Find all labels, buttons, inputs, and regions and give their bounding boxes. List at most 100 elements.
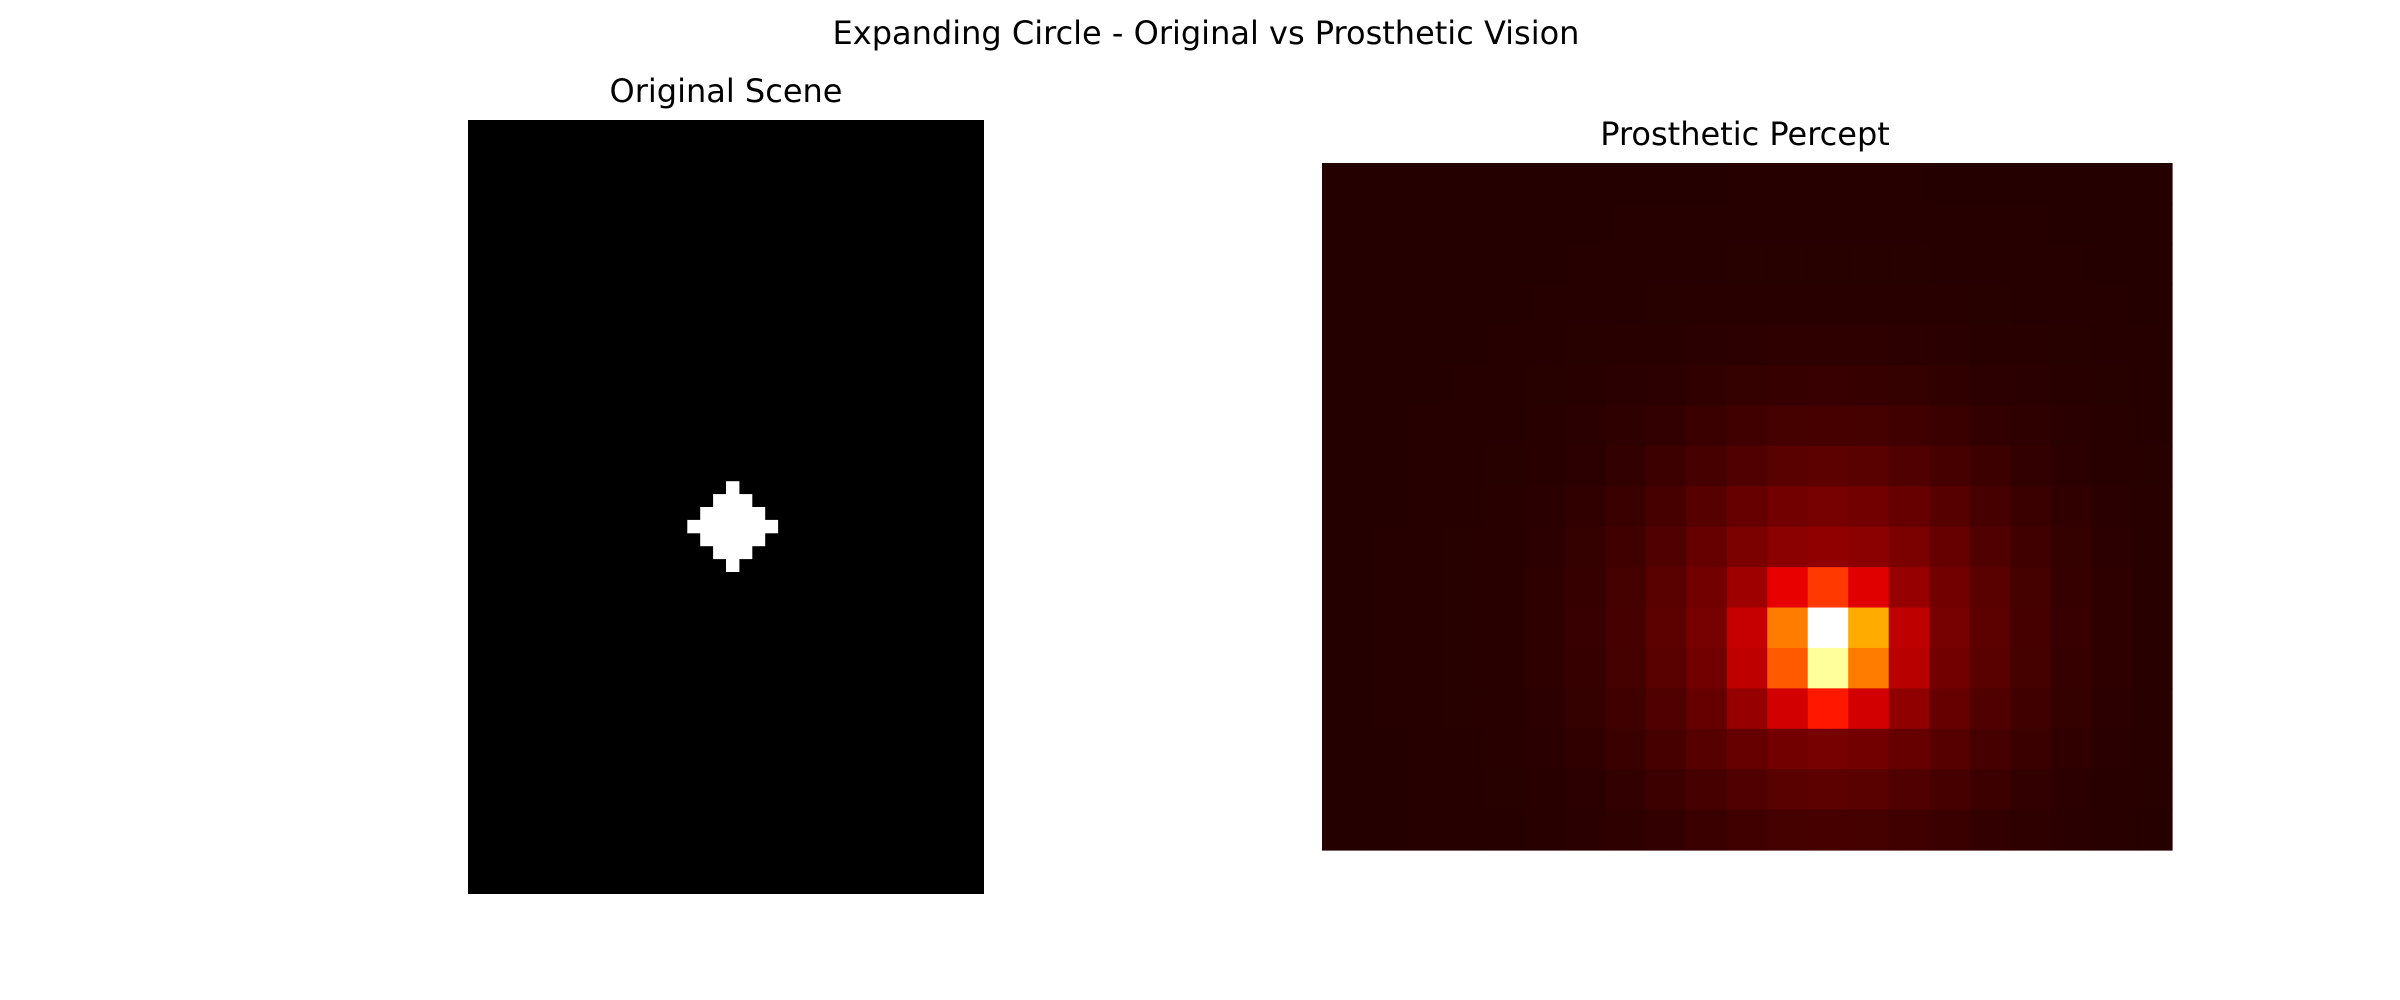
percept-cell [1322,163,1364,205]
percept-cell [2131,203,2173,245]
percept-cell [1645,284,1687,326]
original-scene-pixel [764,519,779,534]
percept-cell [1969,284,2011,326]
percept-cell [1564,203,1606,245]
percept-cell [1807,365,1849,407]
percept-cell [1524,203,1566,245]
percept-cell [1969,688,2011,730]
percept-cell [2131,607,2173,649]
percept-cell [1888,567,1930,609]
percept-cell [1969,203,2011,245]
percept-cell [2050,405,2092,447]
percept-cell [2010,486,2052,528]
percept-cell [1483,163,1525,205]
percept-cell [1564,243,1606,285]
percept-cell [1524,486,1566,528]
percept-cell [2010,243,2052,285]
percept-cell [1848,486,1890,528]
percept-cell [1807,405,1849,447]
percept-cell [1564,688,1606,730]
percept-cell [1645,365,1687,407]
percept-cell [2050,526,2092,568]
percept-cell [1402,203,1445,245]
percept-cell [1929,405,1971,447]
percept-cell [2050,243,2092,285]
percept-cell [1645,567,1687,609]
percept-cell [1483,728,1525,770]
percept-cell [1322,647,1364,689]
percept-cell [2010,526,2052,568]
percept-cell [1645,769,1687,811]
percept-cell [1686,284,1728,326]
percept-cell [1767,445,1809,487]
percept-cell [1848,769,1890,811]
percept-cell [1524,728,1566,770]
percept-cell [1848,284,1890,326]
percept-cell [1686,365,1728,407]
percept-cell [1564,405,1606,447]
percept-cell [1929,203,1971,245]
prosthetic-percept-panel: Prosthetic Percept [1322,115,2173,851]
percept-cell [1362,567,1404,609]
original-scene-pixel [738,519,753,534]
percept-cell [1726,405,1768,447]
percept-cell [1564,324,1606,366]
percept-cell [1969,486,2011,528]
percept-cell [1686,324,1728,366]
original-scene-image [468,120,984,894]
percept-cell [1888,607,1930,649]
percept-cell [1848,728,1890,770]
original-scene-pixel [713,519,727,534]
percept-cell [1929,526,1971,568]
percept-cell [1767,486,1809,528]
percept-cell [1767,243,1809,285]
percept-cell [2010,647,2052,689]
percept-cell [1322,567,1364,609]
percept-cell [2010,284,2052,326]
percept-cell [1969,405,2011,447]
original-scene-pixel [726,558,740,572]
percept-cell [1726,486,1768,528]
percept-cell [1402,769,1445,811]
original-scene-panel: Original Scene [468,72,984,894]
percept-cell [1767,688,1809,730]
percept-cell [1726,163,1768,205]
percept-cell [1605,163,1647,205]
percept-cell [1969,647,2011,689]
percept-cell [1686,769,1728,811]
percept-cell [1645,526,1687,568]
percept-cell [1524,809,1566,851]
original-scene-pixel [751,507,766,521]
percept-cell [2131,688,2173,730]
percept-cell [1807,607,1849,649]
percept-cell [1848,688,1890,730]
percept-cell [1726,688,1768,730]
original-scene-pixel [700,519,714,534]
percept-cell [1807,809,1849,851]
percept-cell [1969,809,2011,851]
percept-cell [1807,243,1849,285]
percept-cell [2131,809,2173,851]
percept-cell [1726,284,1768,326]
percept-cell [1322,445,1364,487]
percept-cell [1888,688,1930,730]
percept-cell [2091,243,2133,285]
percept-cell [1564,486,1606,528]
percept-cell [1402,486,1445,528]
percept-cell [2131,284,2173,326]
percept-cell [1524,365,1566,407]
percept-cell [1322,203,1364,245]
percept-cell [1969,243,2011,285]
percept-cell [1564,526,1606,568]
percept-cell [1402,324,1445,366]
percept-cell [1402,607,1445,649]
percept-cell [1524,688,1566,730]
percept-cell [1564,284,1606,326]
percept-cell [1848,324,1890,366]
original-scene-pixel [726,481,740,495]
percept-cell [1645,809,1687,851]
percept-cell [2010,769,2052,811]
percept-cell [1443,243,1485,285]
percept-cell [2091,728,2133,770]
percept-cell [2050,728,2092,770]
